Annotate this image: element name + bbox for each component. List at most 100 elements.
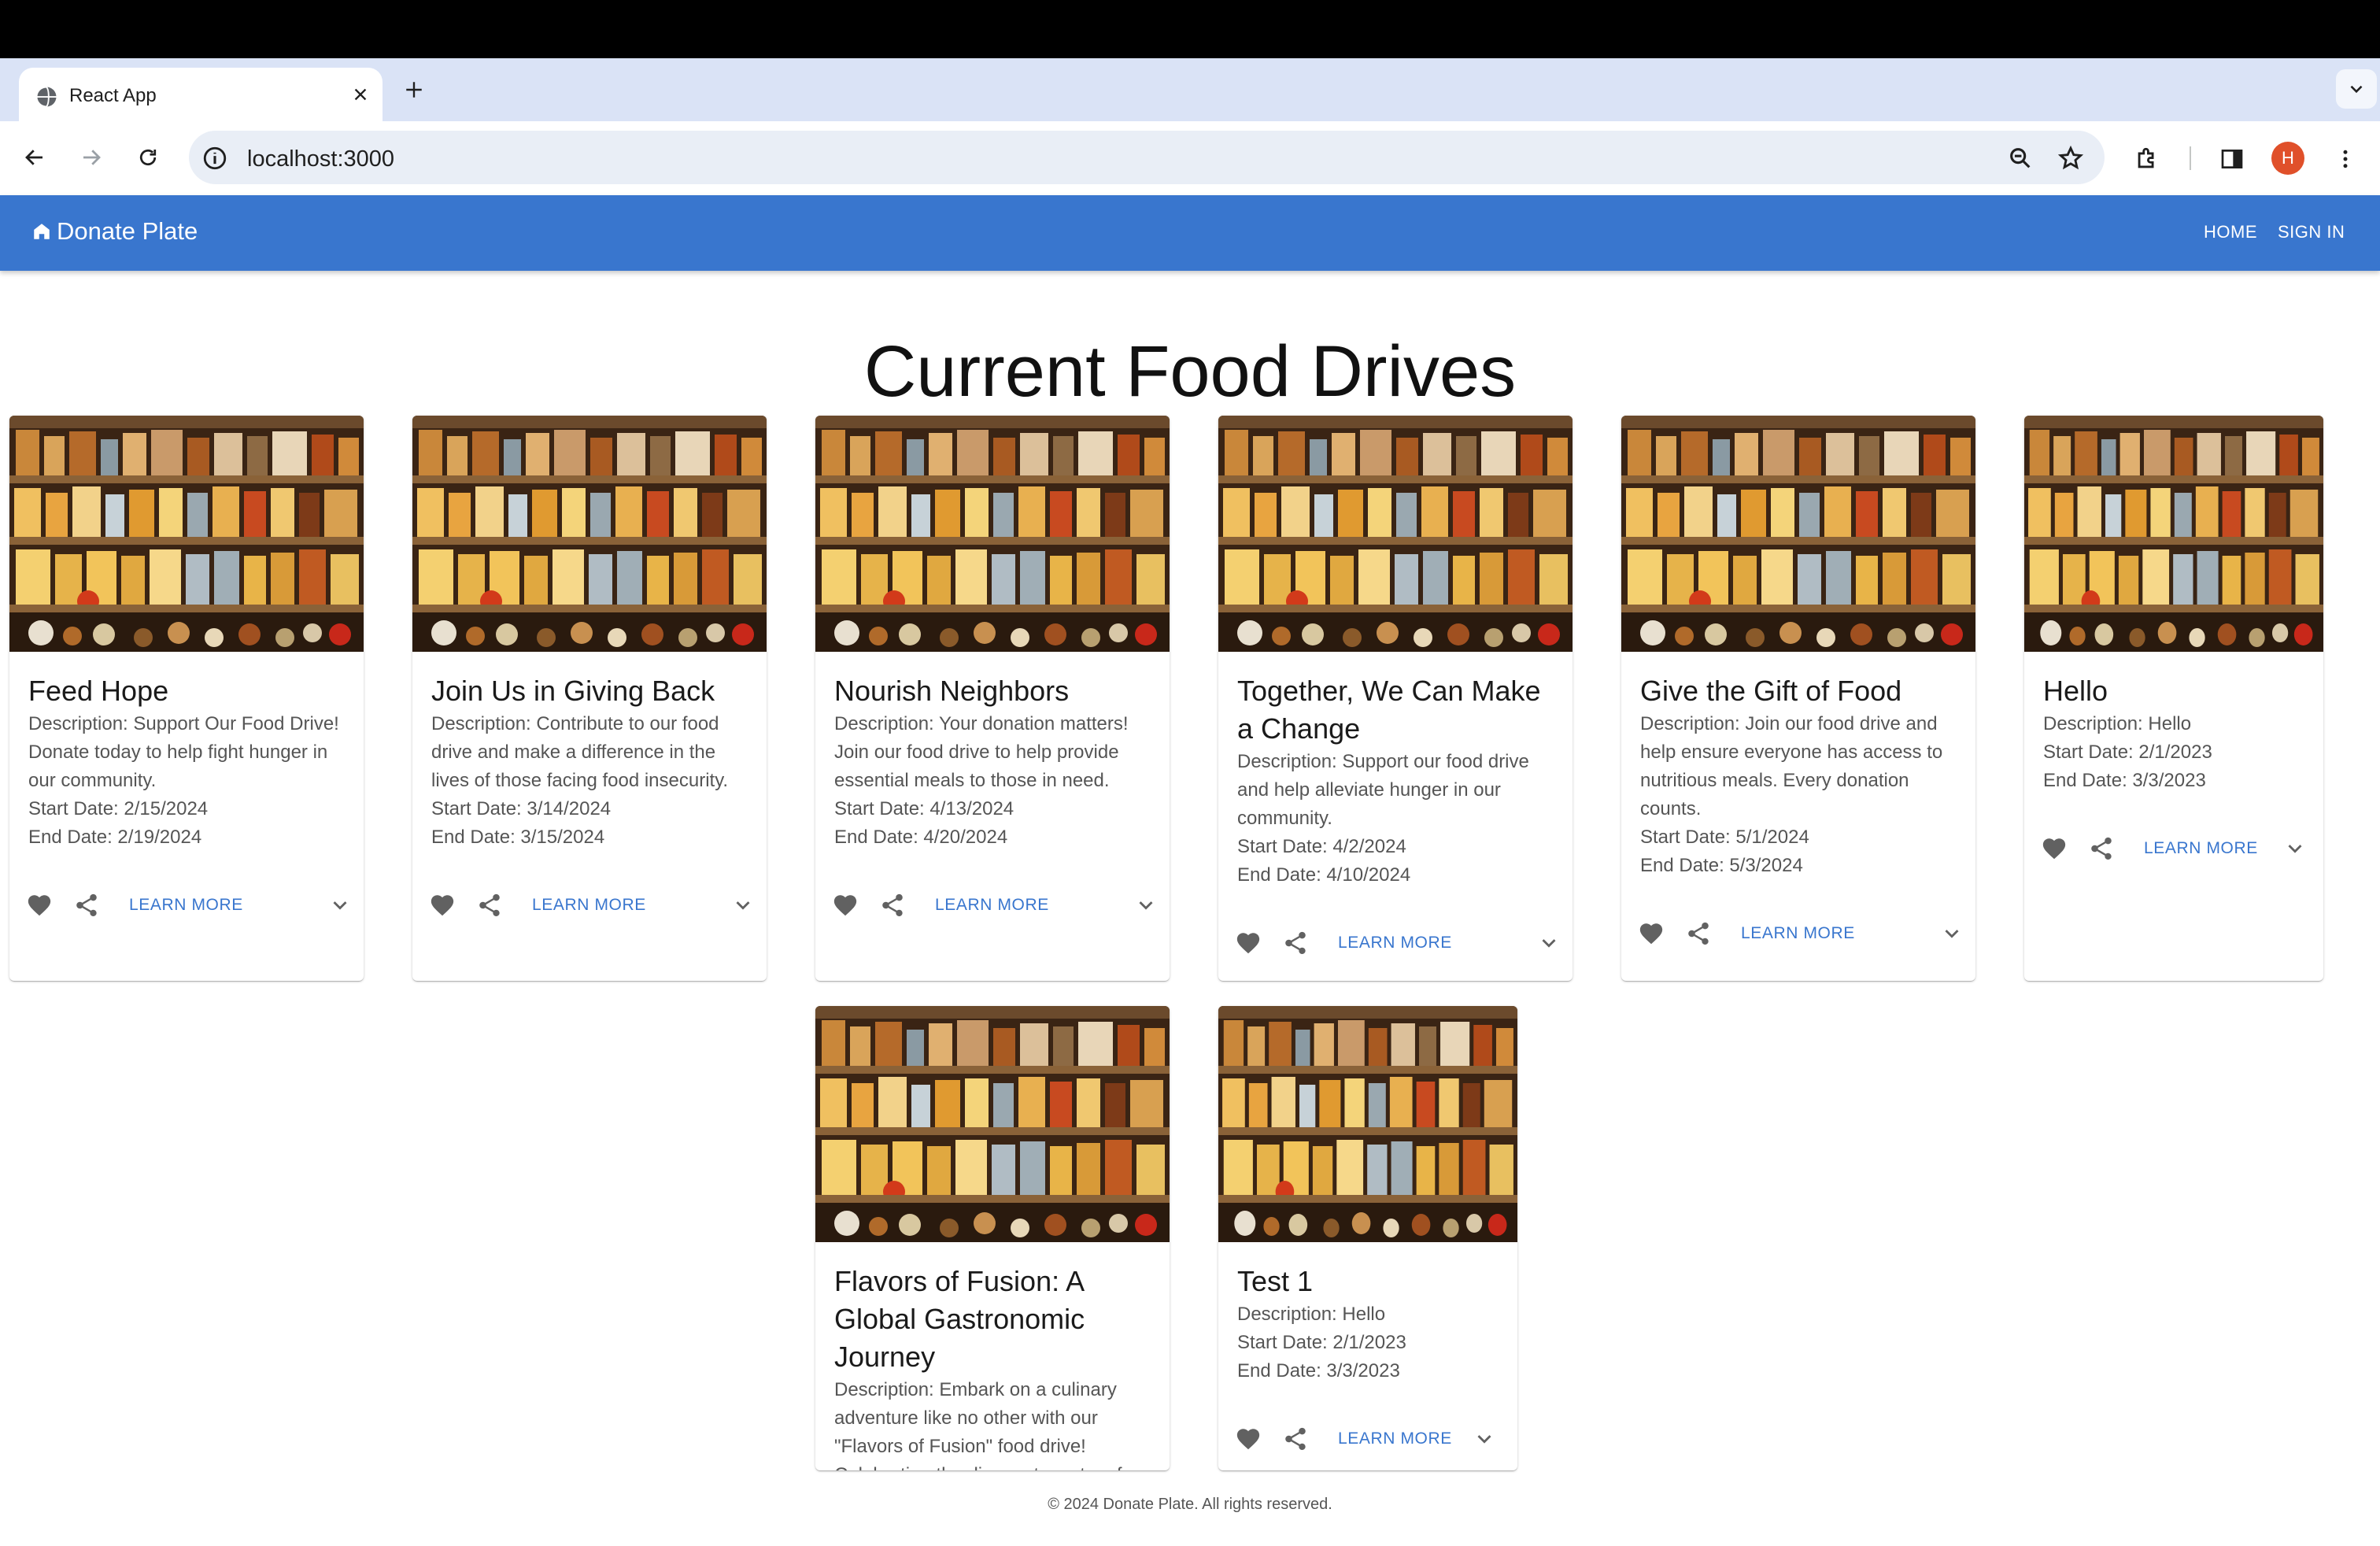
footer-copyright: © 2024 Donate Plate. All rights reserved… [1048,1496,1332,1513]
browser-tab-strip: React App [0,58,2380,121]
favorite-heart-icon[interactable] [1234,929,1262,957]
card-end-date: End Date: 2/19/2024 [28,827,202,848]
share-icon[interactable] [878,891,907,919]
food-drive-card: Flavors of Fusion: A Global Gastronomic … [815,1006,1170,1470]
card-title: Join Us in Giving Back [431,675,715,707]
nav-sign-in-link[interactable]: SIGN IN [2278,222,2345,242]
card-actions: LEARN MORE [428,885,751,926]
expand-chevron-icon[interactable] [326,891,354,919]
share-icon[interactable] [1684,919,1713,948]
card-description: Description: Hello [2043,713,2192,734]
card-title: Together, We Can Make a Change [1237,675,1541,745]
expand-chevron-icon[interactable] [1535,929,1563,957]
card-start-date: Start Date: 5/1/2024 [1640,827,1809,848]
forward-icon[interactable] [72,139,110,176]
card-content: Feed Hope Description: Support Our Food … [28,672,345,852]
share-icon[interactable] [72,891,101,919]
card-description: Description: Support Our Food Drive! Don… [28,713,339,791]
learn-more-button[interactable]: LEARN MORE [935,896,1049,915]
share-icon[interactable] [2087,834,2116,863]
card-actions: LEARN MORE [1234,1418,1502,1459]
food-drive-card: Test 1 Description: Hello Start Date: 2/… [1218,1006,1517,1470]
brand-link[interactable]: Donate Plate [31,217,198,246]
pantry-image [412,416,767,652]
card-start-date: Start Date: 2/1/2023 [2043,742,2212,763]
close-tab-icon[interactable] [346,80,375,109]
card-title: Nourish Neighbors [834,675,1070,707]
bookmark-star-icon[interactable] [2057,145,2084,172]
expand-chevron-icon[interactable] [1938,919,1966,948]
card-end-date: End Date: 3/15/2024 [431,827,605,848]
card-content: Flavors of Fusion: A Global Gastronomic … [834,1263,1151,1470]
learn-more-button[interactable]: LEARN MORE [129,896,243,915]
card-content: Nourish Neighbors Description: Your dona… [834,672,1151,852]
pantry-image [815,416,1170,652]
card-content: Give the Gift of Food Description: Join … [1640,672,1957,880]
card-start-date: Start Date: 2/1/2023 [1237,1332,1406,1353]
favorite-heart-icon[interactable] [831,891,859,919]
zoom-icon[interactable] [2007,145,2034,172]
card-end-date: End Date: 4/20/2024 [834,827,1008,848]
card-description: Description: Contribute to our food driv… [431,713,729,791]
expand-chevron-icon[interactable] [1132,891,1160,919]
learn-more-button[interactable]: LEARN MORE [2144,839,2258,858]
share-icon[interactable] [475,891,504,919]
card-title: Feed Hope [28,675,169,707]
toolbar-separator [2190,146,2191,170]
new-tab-icon[interactable] [398,74,430,105]
card-actions: LEARN MORE [1234,923,1557,963]
learn-more-button[interactable]: LEARN MORE [1338,934,1452,952]
share-icon[interactable] [1281,1425,1310,1453]
pantry-image [9,416,364,652]
browser-tab[interactable]: React App [19,68,382,121]
expand-chevron-icon[interactable] [1470,1425,1499,1453]
pantry-image [2024,416,2323,652]
favorite-heart-icon[interactable] [428,891,456,919]
food-drive-card: Give the Gift of Food Description: Join … [1621,416,1975,981]
url-text[interactable]: localhost:3000 [247,146,394,172]
side-panel-icon[interactable] [2216,143,2248,175]
card-description: Description: Embark on a culinary advent… [834,1379,1122,1470]
card-description: Description: Support our food drive and … [1237,751,1529,829]
address-bar[interactable]: localhost:3000 [189,131,2105,184]
card-title: Test 1 [1237,1265,1314,1297]
card-actions: LEARN MORE [25,885,348,926]
card-title: Give the Gift of Food [1640,675,1902,707]
card-end-date: End Date: 5/3/2024 [1640,855,1803,876]
expand-chevron-icon[interactable] [729,891,757,919]
expand-chevron-icon[interactable] [2281,834,2309,863]
card-end-date: End Date: 3/3/2023 [1237,1360,1400,1381]
nav-home-link[interactable]: HOME [2204,222,2257,242]
favorite-heart-icon[interactable] [1234,1425,1262,1453]
card-content: Together, We Can Make a Change Descripti… [1237,672,1554,890]
app-bar: Donate Plate HOME SIGN IN [0,195,2380,271]
card-start-date: Start Date: 3/14/2024 [431,798,612,819]
card-actions: LEARN MORE [1637,913,1960,954]
share-icon[interactable] [1281,929,1310,957]
pantry-image [1218,1006,1517,1242]
reload-icon[interactable] [129,139,167,176]
card-actions: LEARN MORE [831,885,1154,926]
learn-more-button[interactable]: LEARN MORE [1338,1429,1452,1448]
more-menu-icon[interactable] [2330,143,2361,175]
favorite-heart-icon[interactable] [2040,834,2068,863]
food-drive-card: Hello Description: Hello Start Date: 2/1… [2024,416,2323,981]
pantry-image [1218,416,1572,652]
learn-more-button[interactable]: LEARN MORE [1741,924,1855,943]
pantry-image [815,1006,1170,1242]
tab-search-chevron-icon[interactable] [2336,69,2377,109]
extensions-icon[interactable] [2131,143,2163,175]
card-start-date: Start Date: 4/2/2024 [1237,836,1406,857]
card-content: Test 1 Description: Hello Start Date: 2/… [1237,1263,1499,1385]
brand-name: Donate Plate [57,217,198,245]
learn-more-button[interactable]: LEARN MORE [532,896,646,915]
pantry-image [1621,416,1975,652]
back-icon[interactable] [16,139,54,176]
card-title: Hello [2043,675,2108,707]
tab-title: React App [69,85,157,106]
favorite-heart-icon[interactable] [1637,919,1665,948]
card-start-date: Start Date: 2/15/2024 [28,798,209,819]
site-info-icon[interactable] [201,145,228,172]
profile-avatar[interactable]: H [2271,142,2304,175]
favorite-heart-icon[interactable] [25,891,54,919]
